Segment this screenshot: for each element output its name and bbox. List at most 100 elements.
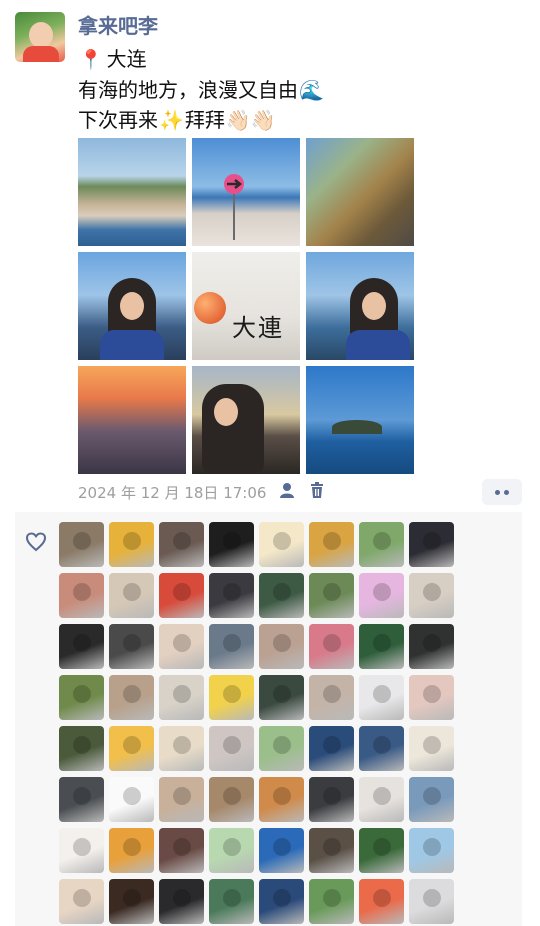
liker-avatar[interactable] xyxy=(309,522,354,567)
liker-avatar[interactable] xyxy=(309,624,354,669)
liker-avatar[interactable] xyxy=(159,624,204,669)
liker-avatar[interactable] xyxy=(109,879,154,924)
post-line-3: 下次再来✨拜拜👋🏻👋🏻 xyxy=(78,105,325,135)
more-dots-icon xyxy=(495,489,500,495)
liker-avatar[interactable] xyxy=(309,777,354,822)
liker-avatar[interactable] xyxy=(59,879,104,924)
arrow-sign-icon xyxy=(224,174,244,240)
photo-grid: 大連 xyxy=(78,138,415,474)
post-timestamp: 2024 年 12 月 18日 17:06 xyxy=(78,483,267,502)
liker-avatar[interactable] xyxy=(359,522,404,567)
liker-avatar[interactable] xyxy=(409,777,454,822)
liker-avatar[interactable] xyxy=(159,675,204,720)
liker-avatar[interactable] xyxy=(59,624,104,669)
liker-avatar[interactable] xyxy=(359,573,404,618)
post-line-1-text: 大连 xyxy=(106,47,147,71)
dalian-sign-text: 大連 xyxy=(232,314,284,342)
liker-avatar[interactable] xyxy=(109,522,154,567)
post-line-2: 有海的地方，浪漫又自由🌊 xyxy=(78,75,325,105)
liker-avatar[interactable] xyxy=(359,828,404,873)
photo-dalian-wall-sign[interactable]: 大連 xyxy=(192,252,300,360)
liker-avatar[interactable] xyxy=(409,726,454,771)
liker-avatar[interactable] xyxy=(109,624,154,669)
photo-coastal-town[interactable] xyxy=(78,138,186,246)
liker-avatar[interactable] xyxy=(209,777,254,822)
photo-girl-sea-blue[interactable] xyxy=(306,252,414,360)
trash-icon[interactable] xyxy=(308,481,326,503)
liker-avatar[interactable] xyxy=(59,522,104,567)
liker-avatar[interactable] xyxy=(159,879,204,924)
photo-girl-blue-scarf-sea[interactable] xyxy=(78,252,186,360)
author-avatar[interactable] xyxy=(15,12,65,62)
liker-avatar[interactable] xyxy=(409,522,454,567)
liker-avatar[interactable] xyxy=(159,726,204,771)
liker-avatar[interactable] xyxy=(359,879,404,924)
liker-avatar[interactable] xyxy=(109,828,154,873)
liker-avatar[interactable] xyxy=(309,573,354,618)
liker-avatar[interactable] xyxy=(159,573,204,618)
person-icon[interactable] xyxy=(278,481,296,503)
liker-avatar[interactable] xyxy=(309,726,354,771)
more-dots-icon xyxy=(504,489,509,495)
post-meta: 2024 年 12 月 18日 17:06 xyxy=(78,480,326,504)
photo-arrow-sign-sea[interactable] xyxy=(192,138,300,246)
liker-avatar[interactable] xyxy=(409,828,454,873)
more-actions-button[interactable] xyxy=(482,479,522,505)
liker-avatar[interactable] xyxy=(259,573,304,618)
liker-avatar[interactable] xyxy=(409,675,454,720)
liker-avatar[interactable] xyxy=(159,522,204,567)
liker-avatar[interactable] xyxy=(59,777,104,822)
photo-castle-coast[interactable] xyxy=(306,138,414,246)
liker-avatar[interactable] xyxy=(109,675,154,720)
liker-avatar[interactable] xyxy=(59,573,104,618)
liker-avatar[interactable] xyxy=(159,828,204,873)
liker-avatar[interactable] xyxy=(259,828,304,873)
liker-avatar[interactable] xyxy=(59,675,104,720)
liker-avatar[interactable] xyxy=(209,726,254,771)
persimmon xyxy=(194,292,226,324)
avatar-face xyxy=(29,22,53,48)
blue-scarf xyxy=(100,330,164,360)
liker-avatar[interactable] xyxy=(209,573,254,618)
photo-girl-selfie-sunset[interactable] xyxy=(192,366,300,474)
pin-icon: 📍 xyxy=(79,49,103,71)
avatar-shirt xyxy=(23,46,59,62)
liker-avatar[interactable] xyxy=(259,675,304,720)
liker-avatar[interactable] xyxy=(409,879,454,924)
author-name[interactable]: 拿来吧李 xyxy=(78,12,158,40)
liker-avatar[interactable] xyxy=(309,879,354,924)
liker-avatar[interactable] xyxy=(109,573,154,618)
liker-avatar[interactable] xyxy=(359,777,404,822)
girl-figure xyxy=(202,384,264,474)
liker-avatar[interactable] xyxy=(209,675,254,720)
liker-avatar[interactable] xyxy=(259,522,304,567)
post-line-3-text: 下次再来 xyxy=(78,108,158,132)
liker-avatar[interactable] xyxy=(59,726,104,771)
liker-avatar[interactable] xyxy=(109,777,154,822)
liker-avatar[interactable] xyxy=(209,522,254,567)
liker-avatar[interactable] xyxy=(359,624,404,669)
liker-avatar[interactable] xyxy=(109,726,154,771)
liker-avatar[interactable] xyxy=(359,726,404,771)
island-shape xyxy=(332,420,382,434)
blue-scarf xyxy=(346,330,410,360)
liker-avatar[interactable] xyxy=(209,828,254,873)
liker-avatar[interactable] xyxy=(409,573,454,618)
liker-avatar[interactable] xyxy=(259,777,304,822)
waving-hand-icon: 👋🏻👋🏻 xyxy=(225,108,276,132)
liker-avatar[interactable] xyxy=(259,624,304,669)
photo-island-blue-sea[interactable] xyxy=(306,366,414,474)
liker-avatar[interactable] xyxy=(409,624,454,669)
liker-avatar[interactable] xyxy=(359,675,404,720)
photo-sunset-pier[interactable] xyxy=(78,366,186,474)
liker-avatar[interactable] xyxy=(259,879,304,924)
liker-avatar[interactable] xyxy=(59,828,104,873)
liker-avatar[interactable] xyxy=(209,624,254,669)
liker-avatar-grid xyxy=(59,522,454,924)
liker-avatar[interactable] xyxy=(209,879,254,924)
liker-avatar[interactable] xyxy=(159,777,204,822)
liker-avatar[interactable] xyxy=(259,726,304,771)
liker-avatar[interactable] xyxy=(309,828,354,873)
heart-outline-icon xyxy=(25,532,47,556)
liker-avatar[interactable] xyxy=(309,675,354,720)
